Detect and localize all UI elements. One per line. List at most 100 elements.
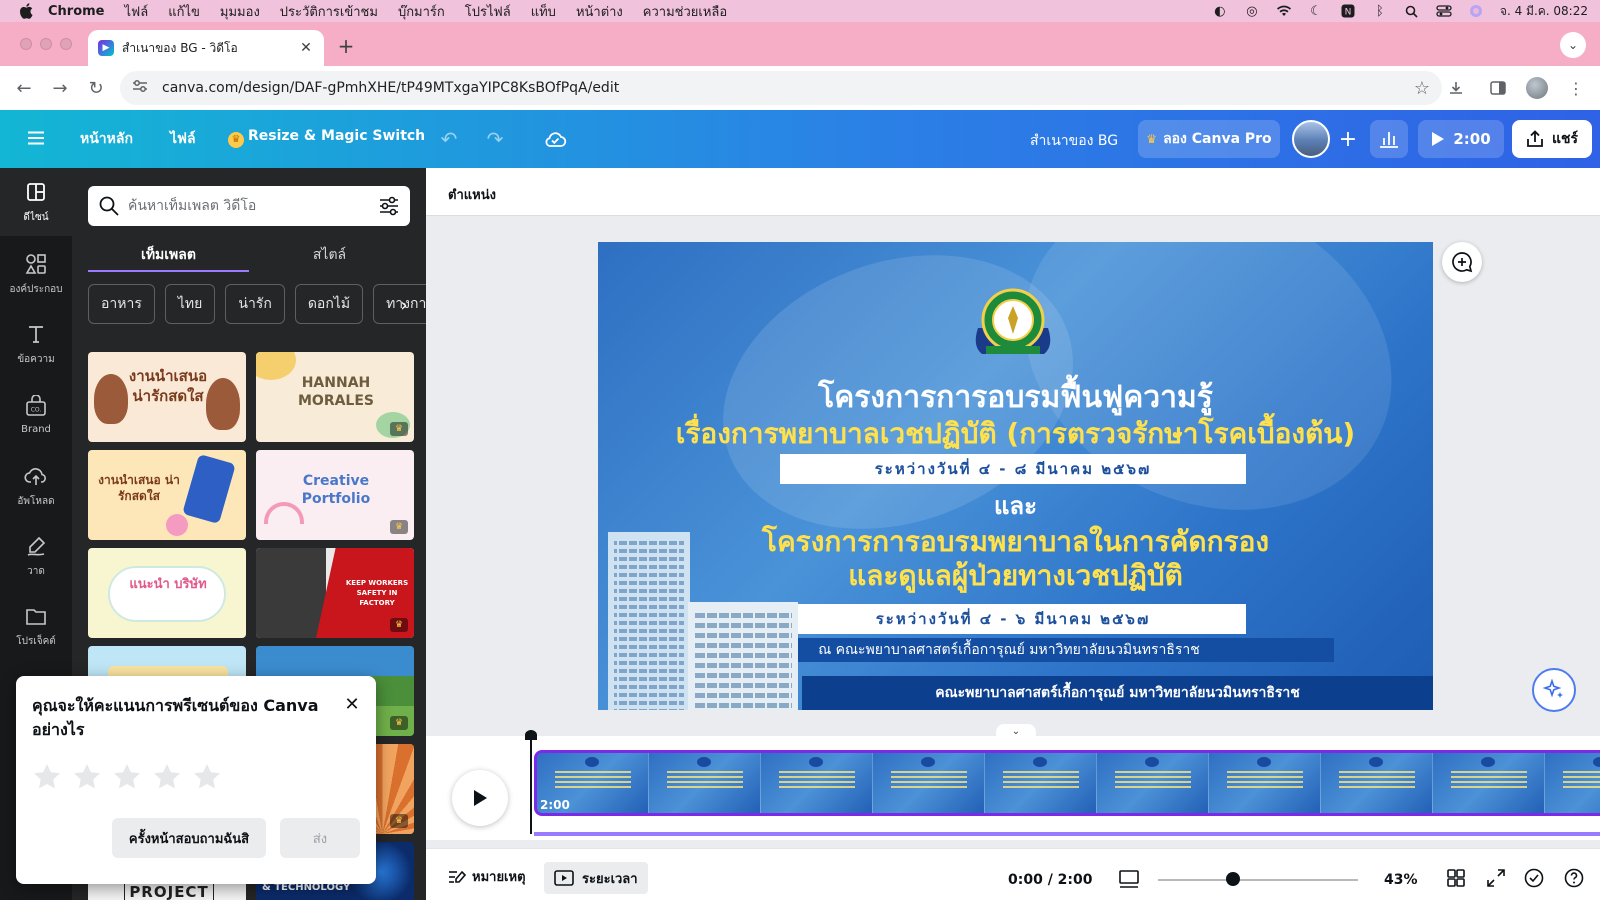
user-avatar[interactable] [1292,120,1330,158]
star-icon[interactable] [152,762,182,792]
reload-icon[interactable]: ↻ [82,74,110,102]
file-nav-button[interactable]: ไฟล์ [170,128,196,150]
menu-bookmarks[interactable]: บุ๊กมาร์ก [398,1,445,22]
sidebar-item-text[interactable]: ข้อความ [0,310,72,378]
sidebar-item-brand[interactable]: CO. Brand [0,380,72,448]
template-thumbnail[interactable]: แนะนำ บริษัท [88,548,246,638]
menu-edit[interactable]: แก้ไข [168,1,200,22]
try-canva-pro-button[interactable]: ♛ ลอง Canva Pro [1138,120,1280,158]
zoom-percentage[interactable]: 43% [1384,872,1418,888]
hamburger-menu-icon[interactable] [24,126,48,150]
back-arrow-icon[interactable]: ← [10,74,38,102]
present-play-button[interactable]: 2:00 [1418,120,1504,158]
url-text[interactable]: canva.com/design/DAF-gPmhXHE/tP49MTxgaYI… [162,80,1414,96]
template-search-box[interactable]: ค้นหาเท็มเพลต วิดีโอ [88,186,410,226]
playhead-handle[interactable] [525,730,537,740]
add-comment-button[interactable] [1442,242,1482,282]
site-info-icon[interactable] [132,79,152,97]
add-collaborator-plus-icon[interactable]: + [1334,125,1362,153]
status-app-icon[interactable]: ◐ [1212,3,1228,19]
filter-sliders-icon[interactable] [378,195,400,217]
zoom-slider[interactable] [1158,879,1358,881]
document-title[interactable]: สำเนาของ BG [1030,130,1118,152]
chip-flower[interactable]: ดอกไม้ [294,284,364,324]
fullscreen-icon[interactable] [1484,866,1508,890]
menu-app[interactable]: Chrome [48,4,105,19]
chrome-menu-kebab-icon[interactable]: ⋮ [1562,74,1590,102]
home-nav-button[interactable]: หน้าหลัก [80,128,133,150]
resize-magic-switch-button[interactable]: ♛ Resize & Magic Switch [228,128,425,148]
chip-food[interactable]: อาหาร [88,284,155,324]
browser-tab-active[interactable]: ▶ สำเนาของ BG - วิดีโอ ✕ [88,30,324,66]
redo-icon[interactable]: ↷ [482,126,508,152]
menu-help[interactable]: ความช่วยเหลือ [643,1,727,22]
tab-search-chevron-icon[interactable]: ⌄ [1560,32,1586,58]
apple-icon[interactable] [18,3,34,19]
tab-styles[interactable]: สไตล์ [249,236,410,272]
audio-track-bar[interactable] [534,832,1600,836]
ask-later-button[interactable]: ครั้งหน้าสอบถามฉันสิ [112,818,266,858]
send-rating-button[interactable]: ส่ง [280,818,360,858]
chip-cute[interactable]: น่ารัก [225,284,285,324]
timeline-play-button[interactable] [452,770,508,826]
siri-icon[interactable] [1468,3,1484,19]
tab-templates[interactable]: เท็มเพลต [88,236,249,272]
sidebar-item-upload[interactable]: อัพโหลด [0,452,72,520]
star-icon[interactable] [32,762,62,792]
side-panel-icon[interactable] [1484,74,1512,102]
minimize-window-button[interactable] [40,38,52,50]
timeline-playhead[interactable] [530,730,532,834]
timeline-clip-track[interactable] [534,750,1600,816]
template-thumbnail[interactable]: KEEP WORKERS SAFETY IN FACTORY ♛ [256,548,414,638]
forward-arrow-icon[interactable]: → [46,74,74,102]
download-icon[interactable] [1442,74,1470,102]
grid-view-icon[interactable] [1444,866,1468,890]
template-thumbnail[interactable]: งานนำเสนอ น่ารักสดใส [88,450,246,540]
status-n-icon[interactable]: N [1340,3,1356,19]
template-thumbnail[interactable]: Creative Portfolio ♛ [256,450,414,540]
undo-icon[interactable]: ↶ [436,126,462,152]
menu-profiles[interactable]: โปรไฟล์ [465,1,511,22]
share-button[interactable]: แชร์ [1512,120,1592,158]
magic-assistant-button[interactable] [1532,668,1576,712]
menu-file[interactable]: ไฟล์ [125,1,149,22]
notes-button[interactable]: หมายเหตุ [448,866,526,887]
new-tab-plus-icon[interactable]: + [336,34,356,58]
chevron-right-icon[interactable]: › [392,292,416,318]
address-bar[interactable]: canva.com/design/DAF-gPmhXHE/tP49MTxgaYI… [120,71,1442,105]
template-thumbnail[interactable]: HANNAH MORALES ♛ [256,352,414,442]
close-tab-icon[interactable]: ✕ [298,40,314,56]
menu-history[interactable]: ประวัติการเข้าชม [280,1,378,22]
sidebar-item-elements[interactable]: องค์ประกอบ [0,240,72,308]
spotlight-search-icon[interactable] [1404,3,1420,19]
close-window-button[interactable] [20,38,32,50]
profile-avatar[interactable] [1526,77,1548,99]
menubar-datetime[interactable]: จ. 4 มี.ค. 08:22 [1500,2,1588,21]
template-thumbnail[interactable]: งานนำเสนอ น่ารักสดใส [88,352,246,442]
bluetooth-icon[interactable]: ᛒ [1372,3,1388,19]
control-center-icon[interactable] [1436,3,1452,19]
zoom-window-button[interactable] [60,38,72,50]
check-circle-icon[interactable] [1522,866,1546,890]
chip-thai[interactable]: ไทย [164,284,216,324]
search-input[interactable]: ค้นหาเท็มเพลต วิดีโอ [128,195,378,217]
sidebar-item-design[interactable]: ดีไซน์ [0,168,72,236]
page-view-icon[interactable] [1118,868,1140,890]
zoom-slider-handle[interactable] [1226,872,1240,886]
slide-canvas[interactable]: โครงการการอบรมฟื้นฟูความรู้ เรื่องการพยา… [598,242,1433,710]
status-sync-icon[interactable]: ◎ [1244,3,1260,19]
help-icon[interactable] [1562,866,1586,890]
position-button[interactable]: ตำแหน่ง [448,184,496,205]
bookmark-star-icon[interactable]: ☆ [1414,78,1430,99]
cloud-saved-icon[interactable] [542,126,568,152]
menu-view[interactable]: มุมมอง [220,1,260,22]
star-icon[interactable] [192,762,222,792]
insights-chart-button[interactable] [1370,120,1408,158]
menu-tab[interactable]: แท็บ [531,1,556,22]
focus-moon-icon[interactable]: ☾ [1308,3,1324,19]
duration-button[interactable]: ระยะเวลา [544,862,648,894]
sidebar-item-draw[interactable]: วาด [0,522,72,590]
sidebar-item-projects[interactable]: โปรเจ็คต์ [0,592,72,660]
star-icon[interactable] [112,762,142,792]
close-icon[interactable]: ✕ [342,694,362,715]
